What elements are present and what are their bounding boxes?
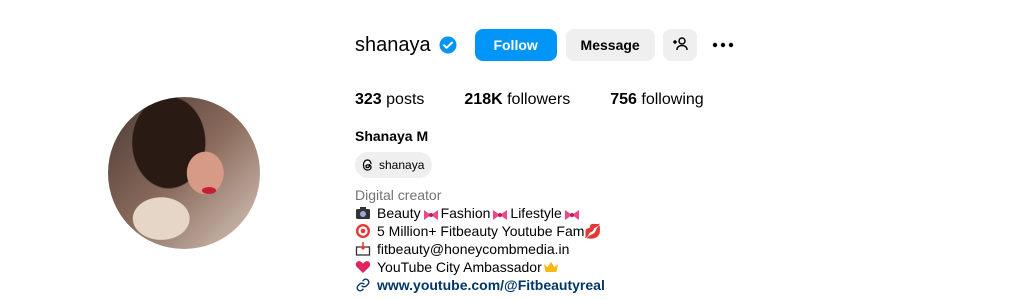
posts-count: 323 bbox=[355, 91, 382, 108]
threads-link[interactable]: shanaya bbox=[355, 152, 433, 178]
posts-stat[interactable]: 323 posts bbox=[355, 90, 424, 110]
profile-stats: 323 posts 218K followers 756 following bbox=[355, 90, 744, 110]
bio-line: fitbeauty@honeycombmedia.in bbox=[355, 240, 605, 258]
follow-button[interactable]: Follow bbox=[474, 29, 557, 61]
more-options-icon[interactable] bbox=[711, 33, 735, 57]
bio-lifestyle: Lifestyle bbox=[510, 205, 562, 221]
bio-beauty: Beauty bbox=[377, 205, 421, 221]
bio-email: fitbeauty@honeycombmedia.in bbox=[377, 241, 570, 257]
bio-fashion: Fashion bbox=[440, 205, 491, 221]
bio-youtube-fam: 5 Million+ Fitbeauty Youtube Fam💋 bbox=[377, 223, 602, 239]
bio-external-link[interactable]: www.youtube.com/@Fitbeautyreal bbox=[377, 276, 605, 294]
avatar-detail bbox=[202, 187, 216, 194]
inbox-icon bbox=[355, 241, 371, 257]
add-user-icon bbox=[672, 36, 688, 55]
ribbon-icon bbox=[564, 207, 580, 220]
bio-line: YouTube City Ambassador bbox=[355, 258, 605, 276]
followers-stat[interactable]: 218K followers bbox=[464, 90, 570, 110]
following-stat[interactable]: 756 following bbox=[610, 90, 703, 110]
verified-badge-icon bbox=[439, 36, 457, 54]
crown-icon bbox=[543, 259, 559, 275]
heart-icon bbox=[355, 259, 371, 275]
link-icon bbox=[355, 277, 371, 293]
bio-line: Beauty Fashion Lifestyle bbox=[355, 204, 605, 222]
bio-line: 5 Million+ Fitbeauty Youtube Fam💋 bbox=[355, 222, 605, 240]
bio-line: www.youtube.com/@Fitbeautyreal bbox=[355, 276, 605, 294]
followers-label: followers bbox=[507, 91, 571, 108]
followers-count: 218K bbox=[464, 91, 503, 108]
suggested-users-button[interactable] bbox=[662, 29, 697, 61]
message-button[interactable]: Message bbox=[565, 29, 655, 61]
following-label: following bbox=[641, 91, 704, 108]
ribbon-icon bbox=[423, 207, 439, 220]
bio: Digital creator Beauty Fashion Lifestyle… bbox=[355, 186, 605, 294]
threads-icon bbox=[362, 159, 372, 171]
bio-ambassador: YouTube City Ambassador bbox=[377, 259, 542, 275]
username: shanaya bbox=[355, 34, 431, 56]
category-label: Digital creator bbox=[355, 187, 442, 203]
full-name: Shanaya M bbox=[355, 128, 429, 144]
target-icon bbox=[355, 223, 371, 239]
following-count: 756 bbox=[610, 91, 637, 108]
threads-handle: shanaya bbox=[379, 158, 425, 172]
camera-icon bbox=[355, 205, 371, 221]
profile-header: shanaya Follow Message bbox=[355, 28, 735, 62]
posts-label: posts bbox=[386, 91, 425, 108]
ribbon-icon bbox=[492, 207, 508, 220]
profile-avatar[interactable] bbox=[108, 97, 260, 249]
